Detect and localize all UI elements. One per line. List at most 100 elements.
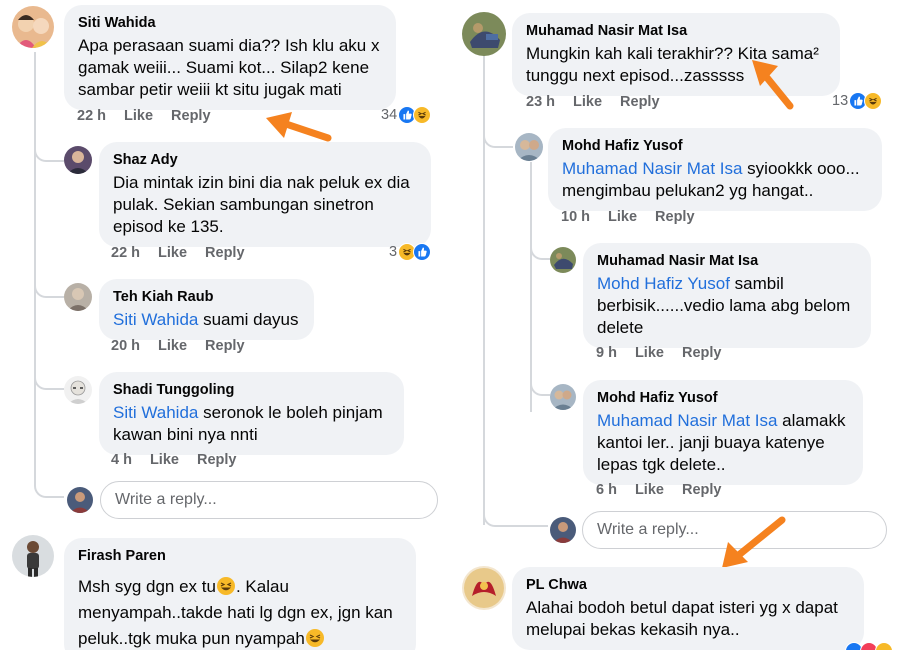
reply-button[interactable]: Reply xyxy=(620,94,660,110)
like-button[interactable]: Like xyxy=(158,338,187,354)
thread-line xyxy=(34,52,36,482)
commenter-name[interactable]: Shadi Tunggoling xyxy=(113,381,390,400)
comment-actions: 23 h Like Reply xyxy=(526,94,660,110)
comment-time[interactable]: 4 h xyxy=(111,452,132,468)
comment-actions: 9 h Like Reply xyxy=(596,345,721,361)
reaction-count: 34 xyxy=(381,107,398,123)
mention-link[interactable]: Muhamad Nasir Mat Isa xyxy=(562,159,742,178)
comment-time[interactable]: 10 h xyxy=(561,209,590,225)
commenter-name[interactable]: Shaz Ady xyxy=(113,151,417,170)
like-button[interactable]: Like xyxy=(158,245,187,261)
reply-input[interactable]: Write a reply... xyxy=(100,481,438,519)
like-button[interactable]: Like xyxy=(635,482,664,498)
grinning-squint-emoji xyxy=(305,629,324,647)
reaction-summary[interactable] xyxy=(845,642,893,650)
like-button[interactable]: Like xyxy=(150,452,179,468)
comment-text: Siti Wahida suami dayus xyxy=(113,310,299,329)
reaction-summary[interactable]: 3 xyxy=(389,243,432,261)
comment-actions: 22 h Like Reply xyxy=(77,108,211,124)
mention-link[interactable]: Siti Wahida xyxy=(113,310,198,329)
comment-text: Mungkin kah kali terakhir?? Kita sama² t… xyxy=(526,44,819,85)
comment-text: Muhamad Nasir Mat Isa alamakk kantoi ler… xyxy=(597,411,846,474)
commenter-name[interactable]: PL Chwa xyxy=(526,576,850,595)
avatar[interactable] xyxy=(462,566,506,610)
avatar xyxy=(550,517,576,543)
haha-reaction-icon xyxy=(413,106,432,124)
commenter-name[interactable]: Mohd Hafiz Yusof xyxy=(597,389,849,408)
comment-bubble: Muhamad Nasir Mat Isa Mungkin kah kali t… xyxy=(512,13,840,96)
like-reaction-icon xyxy=(413,243,432,261)
reply-button[interactable]: Reply xyxy=(197,452,237,468)
comment-text: Alahai bodoh betul dapat isteri yg x dap… xyxy=(526,598,838,639)
reply-button[interactable]: Reply xyxy=(655,209,695,225)
thread-branch xyxy=(34,278,64,298)
haha-reaction-icon xyxy=(875,642,893,650)
comment-actions: 20 h Like Reply xyxy=(111,338,245,354)
reply-button[interactable]: Reply xyxy=(682,482,722,498)
comment-time[interactable]: 22 h xyxy=(77,108,106,124)
reaction-count: 3 xyxy=(389,244,398,260)
commenter-name[interactable]: Mohd Hafiz Yusof xyxy=(562,137,868,156)
mention-link[interactable]: Muhamad Nasir Mat Isa xyxy=(597,411,777,430)
thread-branch xyxy=(34,478,64,498)
mention-link[interactable]: Mohd Hafiz Yusof xyxy=(597,274,730,293)
comment-text: Apa perasaan suami dia?? Ish klu aku x g… xyxy=(78,36,380,99)
avatar[interactable] xyxy=(550,247,576,273)
comment-time[interactable]: 23 h xyxy=(526,94,555,110)
comment-bubble: Teh Kiah Raub Siti Wahida suami dayus xyxy=(99,279,314,340)
thread-branch xyxy=(483,126,513,148)
reply-button[interactable]: Reply xyxy=(205,245,245,261)
reaction-count: 13 xyxy=(832,93,849,109)
comment-actions: 22 h Like Reply xyxy=(111,245,245,261)
comment-bubble: Shaz Ady Dia mintak izin bini dia nak pe… xyxy=(99,142,431,247)
commenter-name[interactable]: Firash Paren xyxy=(78,547,402,566)
like-button[interactable]: Like xyxy=(635,345,664,361)
avatar[interactable] xyxy=(515,133,543,161)
avatar[interactable] xyxy=(462,12,506,56)
avatar[interactable] xyxy=(12,6,54,48)
commenter-name[interactable]: Muhamad Nasir Mat Isa xyxy=(526,22,826,41)
reaction-summary[interactable]: 34 xyxy=(381,106,432,124)
avatar[interactable] xyxy=(64,283,92,311)
comment-bubble: PL Chwa Alahai bodoh betul dapat isteri … xyxy=(512,567,864,650)
comment-bubble: Firash Paren Msh syg dgn ex tu. Kalau me… xyxy=(64,538,416,650)
comment-time[interactable]: 6 h xyxy=(596,482,617,498)
comment-text: Muhamad Nasir Mat Isa syiookkk ooo... me… xyxy=(562,159,860,200)
like-button[interactable]: Like xyxy=(124,108,153,124)
comment-bubble: Muhamad Nasir Mat Isa Mohd Hafiz Yusof s… xyxy=(583,243,871,348)
avatar[interactable] xyxy=(12,535,54,577)
thread-branch xyxy=(530,240,550,260)
commenter-name[interactable]: Muhamad Nasir Mat Isa xyxy=(597,252,857,271)
reaction-summary[interactable]: 13 xyxy=(832,92,883,110)
thread-branch xyxy=(530,376,550,396)
thread-branch xyxy=(34,368,64,390)
comment-time[interactable]: 9 h xyxy=(596,345,617,361)
reply-button[interactable]: Reply xyxy=(205,338,245,354)
comment-time[interactable]: 20 h xyxy=(111,338,140,354)
grinning-squint-emoji xyxy=(216,577,235,595)
like-button[interactable]: Like xyxy=(573,94,602,110)
like-button[interactable]: Like xyxy=(608,209,637,225)
thread-branch xyxy=(483,505,548,527)
reply-button[interactable]: Reply xyxy=(682,345,722,361)
commenter-name[interactable]: Teh Kiah Raub xyxy=(113,288,300,307)
reply-input[interactable]: Write a reply... xyxy=(582,511,887,549)
mention-link[interactable]: Siti Wahida xyxy=(113,403,198,422)
comment-text: Siti Wahida seronok le boleh pinjam kawa… xyxy=(113,403,383,444)
haha-reaction-icon xyxy=(864,92,883,110)
reply-button[interactable]: Reply xyxy=(171,108,211,124)
commenter-name[interactable]: Siti Wahida xyxy=(78,14,382,33)
comment-text: Dia mintak izin bini dia nak peluk ex di… xyxy=(113,173,410,236)
comment-actions: 4 h Like Reply xyxy=(111,452,236,468)
comment-bubble: Shadi Tunggoling Siti Wahida seronok le … xyxy=(99,372,404,455)
comment-bubble: Mohd Hafiz Yusof Muhamad Nasir Mat Isa a… xyxy=(583,380,863,485)
comment-actions: 10 h Like Reply xyxy=(561,209,695,225)
comment-text: Mohd Hafiz Yusof sambil berbisik......ve… xyxy=(597,274,851,337)
comment-bubble: Siti Wahida Apa perasaan suami dia?? Ish… xyxy=(64,5,396,110)
avatar[interactable] xyxy=(550,384,576,410)
thread-line xyxy=(530,162,532,412)
comment-time[interactable]: 22 h xyxy=(111,245,140,261)
avatar[interactable] xyxy=(64,376,92,404)
comment-actions: 6 h Like Reply xyxy=(596,482,721,498)
avatar[interactable] xyxy=(64,146,92,174)
